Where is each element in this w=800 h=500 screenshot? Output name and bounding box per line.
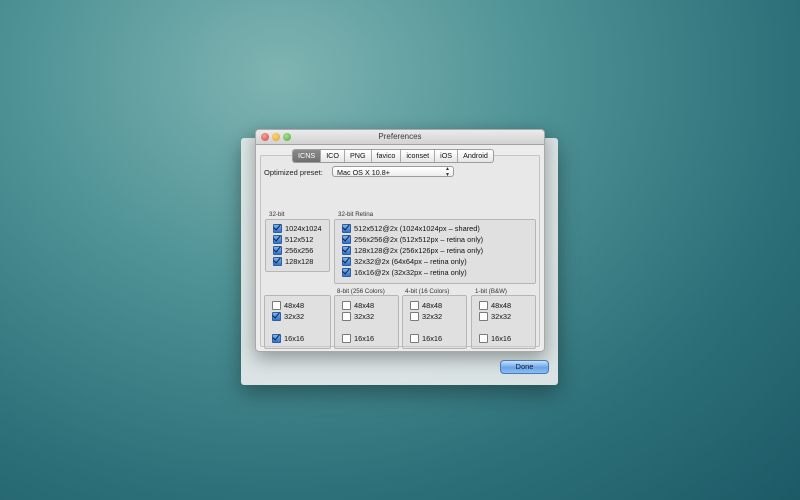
tab-png[interactable]: PNG	[345, 150, 372, 162]
checkbox-label: 16x16	[354, 334, 375, 343]
checkbox-label: 256x256	[285, 246, 314, 255]
checkbox-icon	[272, 312, 281, 321]
checkbox-32bit-32[interactable]: 32x32	[272, 312, 304, 321]
checkbox-icon	[479, 301, 488, 310]
checkbox-label: 32x32@2x (64x64px – retina only)	[354, 257, 467, 266]
checkbox-label: 128x128@2x (256x126px – retina only)	[354, 246, 484, 255]
checkbox-label: 16x16	[284, 334, 305, 343]
checkbox-icon	[410, 301, 419, 310]
checkbox-label: 32x32	[422, 312, 443, 321]
group-label-8bit: 8-bit (256 Colors)	[337, 288, 385, 295]
checkbox-icon	[342, 224, 351, 233]
checkbox-icon	[273, 257, 282, 266]
checkbox-4bit-16[interactable]: 16x16	[410, 334, 442, 343]
checkbox-icon	[273, 246, 282, 255]
checkbox-label: 16x16@2x (32x32px – retina only)	[354, 268, 467, 277]
group-label-1bit: 1-bit (B&W)	[475, 288, 507, 295]
checkbox-label: 48x48	[422, 301, 443, 310]
checkbox-label: 48x48	[491, 301, 512, 310]
checkbox-128[interactable]: 128x128	[273, 257, 313, 266]
checkbox-label: 512x512@2x (1024x1024px – shared)	[354, 224, 480, 233]
title-bar: Preferences	[256, 130, 544, 145]
checkbox-icon	[410, 334, 419, 343]
done-button[interactable]: Done	[500, 360, 549, 374]
preset-label: Optimized preset:	[264, 168, 323, 177]
tab-bar: ICNS ICO PNG favico iconset iOS Android	[292, 149, 494, 163]
checkbox-32bit-16[interactable]: 16x16	[272, 334, 304, 343]
checkbox-label: 32x32	[491, 312, 512, 321]
checkbox-label: 16x16	[422, 334, 443, 343]
tab-ico[interactable]: ICO	[321, 150, 345, 162]
checkbox-8bit-32[interactable]: 32x32	[342, 312, 374, 321]
checkbox-icon	[272, 334, 281, 343]
checkbox-label: 16x16	[491, 334, 512, 343]
checkbox-label: 32x32	[354, 312, 375, 321]
updown-arrows-icon: ▲ ▼	[445, 166, 450, 178]
checkbox-32bit-48[interactable]: 48x48	[272, 301, 304, 310]
checkbox-4bit-48[interactable]: 48x48	[410, 301, 442, 310]
checkbox-label: 256x256@2x (512x512px – retina only)	[354, 235, 484, 244]
checkbox-1bit-48[interactable]: 48x48	[479, 301, 511, 310]
checkbox-icon	[342, 235, 351, 244]
checkbox-icon	[342, 257, 351, 266]
checkbox-8bit-16[interactable]: 16x16	[342, 334, 374, 343]
checkbox-icon	[479, 334, 488, 343]
preset-value: Mac OS X 10.8+	[337, 168, 390, 177]
checkbox-icon	[410, 312, 419, 321]
checkbox-icon	[342, 312, 351, 321]
checkbox-icon	[273, 224, 282, 233]
checkbox-retina-256[interactable]: 256x256@2x (512x512px – retina only)	[342, 235, 483, 244]
checkbox-retina-16[interactable]: 16x16@2x (32x32px – retina only)	[342, 268, 467, 277]
checkbox-label: 128x128	[285, 257, 314, 266]
tab-favico[interactable]: favico	[372, 150, 402, 162]
checkbox-1024[interactable]: 1024x1024	[273, 224, 322, 233]
checkbox-icon	[342, 334, 351, 343]
tab-icns[interactable]: ICNS	[293, 150, 322, 162]
checkbox-8bit-48[interactable]: 48x48	[342, 301, 374, 310]
checkbox-icon	[342, 268, 351, 277]
checkbox-1bit-32[interactable]: 32x32	[479, 312, 511, 321]
tab-iconset[interactable]: iconset	[401, 150, 436, 162]
checkbox-icon	[342, 246, 351, 255]
group-label-32bit: 32-bit	[269, 211, 285, 218]
tab-ios[interactable]: iOS	[435, 150, 459, 162]
checkbox-label: 1024x1024	[285, 224, 322, 233]
checkbox-icon	[342, 301, 351, 310]
checkbox-label: 32x32	[284, 312, 305, 321]
checkbox-retina-32[interactable]: 32x32@2x (64x64px – retina only)	[342, 257, 467, 266]
tab-android[interactable]: Android	[458, 150, 493, 162]
checkbox-256[interactable]: 256x256	[273, 246, 313, 255]
group-label-retina: 32-bit Retina	[338, 211, 374, 218]
checkbox-label: 512x512	[285, 235, 314, 244]
checkbox-label: 48x48	[354, 301, 375, 310]
checkbox-retina-512[interactable]: 512x512@2x (1024x1024px – shared)	[342, 224, 480, 233]
checkbox-icon	[479, 312, 488, 321]
checkbox-icon	[273, 235, 282, 244]
checkbox-retina-128[interactable]: 128x128@2x (256x126px – retina only)	[342, 246, 483, 255]
window-title: Preferences	[378, 132, 422, 141]
preset-select[interactable]: Mac OS X 10.8+ ▲ ▼	[332, 166, 454, 177]
checkbox-512[interactable]: 512x512	[273, 235, 313, 244]
checkbox-icon	[272, 301, 281, 310]
group-label-4bit: 4-bit (16 Colors)	[405, 288, 450, 295]
checkbox-1bit-16[interactable]: 16x16	[479, 334, 511, 343]
checkbox-4bit-32[interactable]: 32x32	[410, 312, 442, 321]
checkbox-label: 48x48	[284, 301, 305, 310]
